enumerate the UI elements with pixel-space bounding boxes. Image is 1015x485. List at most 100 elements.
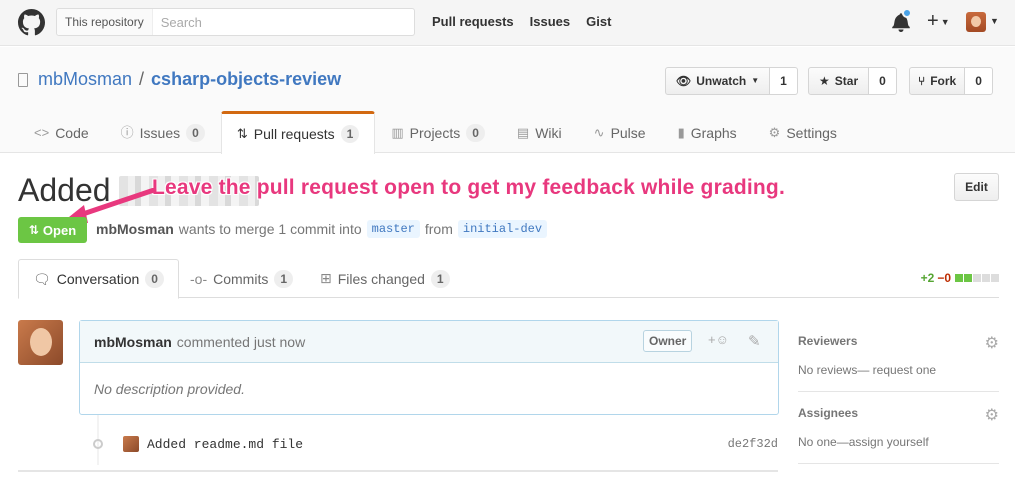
tab-label: Commits [213, 270, 269, 287]
tab-label: Issues [139, 124, 181, 141]
base-branch[interactable]: master [366, 220, 420, 238]
star-button[interactable]: ★ Star [808, 67, 870, 95]
reviewers-text[interactable]: No reviews— request one [798, 363, 999, 377]
star-label: Star [834, 74, 859, 88]
tab-pull-requests[interactable]: ⇅ Pull requests 1 [220, 111, 376, 154]
watch-group: 👁 Unwatch ▼ 1 [665, 67, 798, 95]
diffstat-blocks [954, 271, 999, 285]
unread-indicator [902, 8, 912, 18]
gear-icon[interactable]: ⚙ [985, 405, 999, 425]
plus-icon: + [927, 10, 939, 32]
graph-icon: ▮ [677, 124, 685, 140]
comment-author-avatar[interactable] [18, 320, 63, 365]
issue-icon: ⓘ [120, 124, 134, 140]
fork-button[interactable]: ⑂ Fork [909, 67, 966, 95]
tab-label: Graphs [690, 124, 737, 141]
add-reaction-icon[interactable]: +☺ [708, 332, 729, 347]
pulse-icon: ∿ [593, 124, 605, 140]
tab-settings[interactable]: ⚙ Settings [753, 111, 853, 153]
nav-gist[interactable]: Gist [586, 14, 611, 29]
nav-issues[interactable]: Issues [530, 14, 570, 29]
pr-author-link[interactable]: mbMosman [96, 221, 174, 237]
tab-label: Wiki [535, 124, 562, 141]
tab-counter: 1 [340, 125, 360, 143]
repo-icon [18, 72, 28, 87]
commit-sha-link[interactable]: de2f32d [728, 437, 778, 451]
unwatch-button[interactable]: 👁 Unwatch ▼ [665, 67, 771, 95]
head-branch[interactable]: initial-dev [457, 220, 548, 238]
tab-label: Conversation [56, 271, 140, 287]
tab-counter: 0 [145, 270, 164, 288]
repo-tabs: <> Code ⓘ Issues 0 ⇅ Pull requests 1 ▥ P… [18, 111, 853, 154]
from-text: from [424, 221, 453, 237]
forks-count[interactable]: 0 [965, 67, 993, 95]
reviewers-heading: Reviewers [798, 334, 858, 348]
stars-count[interactable]: 0 [869, 67, 897, 95]
tab-label: Code [55, 124, 89, 141]
comment-author-link[interactable]: mbMosman [94, 334, 172, 350]
repo-name-link[interactable]: csharp-objects-review [151, 69, 341, 90]
code-icon: <> [34, 124, 50, 140]
tab-wiki[interactable]: ▤ Wiki [501, 111, 578, 153]
repo-separator: / [139, 69, 145, 89]
search-box: This repository [56, 8, 415, 36]
commit-author-avatar[interactable] [123, 436, 139, 452]
watchers-count[interactable]: 1 [770, 67, 798, 95]
tab-label: Projects [409, 124, 461, 141]
tab-conversation[interactable]: 🗨 Conversation 0 [18, 259, 179, 299]
gear-icon[interactable]: ⚙ [985, 333, 999, 353]
nav-pull-requests[interactable]: Pull requests [432, 14, 514, 29]
repo-header: mbMosman / csharp-objects-review 👁 Unwat… [0, 47, 1015, 154]
tab-counter: 1 [274, 269, 294, 288]
tab-projects[interactable]: ▥ Projects 0 [375, 111, 501, 153]
search-input[interactable] [152, 9, 414, 35]
reviewers-section: Reviewers No reviews— request one ⚙ [798, 320, 999, 392]
fork-group: ⑂ Fork 0 [909, 67, 993, 95]
additions-count: +2 [920, 271, 935, 285]
tab-files-changed[interactable]: ⊞ Files changed 1 [306, 259, 464, 298]
commit-icon [93, 439, 103, 449]
fork-label: Fork [930, 74, 957, 88]
tab-label: Files changed [337, 270, 425, 287]
chevron-down-icon: ▼ [940, 16, 950, 27]
tab-code[interactable]: <> Code [18, 111, 105, 153]
comment-body: No description provided. [94, 381, 245, 397]
deletions-count: −0 [937, 271, 951, 285]
unwatch-label: Unwatch [696, 74, 747, 88]
pr-meta: mbMosman wants to merge 1 commit into ma… [96, 220, 548, 238]
user-avatar[interactable] [966, 12, 986, 32]
assignees-heading: Assignees [798, 406, 859, 420]
tab-counter: 0 [466, 123, 485, 142]
tab-issues[interactable]: ⓘ Issues 0 [105, 111, 221, 153]
tab-label: Settings [786, 124, 837, 141]
star-group: ★ Star 0 [808, 67, 897, 95]
merge-text: wants to merge 1 commit into [178, 221, 362, 237]
create-new-menu[interactable]: + ▼ [927, 10, 950, 33]
tab-graphs[interactable]: ▮ Graphs [662, 111, 753, 153]
pr-state-badge: ⇅ Open [18, 217, 87, 243]
github-logo-icon[interactable] [18, 9, 45, 36]
diffstat: +2 −0 [921, 271, 999, 285]
pencil-icon[interactable]: ✎ [748, 332, 761, 350]
top-nav: Pull requests Issues Gist [432, 14, 611, 29]
tab-counter: 0 [186, 123, 205, 142]
gear-icon: ⚙ [768, 124, 781, 140]
annotation-text: Leave the pull request open to get my fe… [152, 176, 785, 199]
repo-title: mbMosman / csharp-objects-review [18, 69, 341, 90]
assignees-text[interactable]: No one—assign yourself [798, 435, 999, 449]
search-scope-label: This repository [57, 9, 153, 35]
eye-icon: 👁 [676, 74, 692, 88]
comment-discussion-icon: 🗨 [33, 270, 51, 287]
pr-tabs: 🗨 Conversation 0 -o- Commits 1 ⊞ Files c… [18, 259, 999, 299]
tab-commits[interactable]: -o- Commits 1 [176, 259, 307, 298]
repo-owner-link[interactable]: mbMosman [38, 69, 132, 90]
commit-message-link[interactable]: Added readme.md file [147, 437, 303, 452]
site-header: This repository Pull requests Issues Gis… [0, 0, 1015, 46]
tab-counter: 1 [430, 269, 450, 288]
edit-title-button[interactable]: Edit [954, 173, 999, 201]
commit-row: Added readme.md file de2f32d [88, 432, 778, 456]
file-diff-icon: ⊞ [320, 270, 332, 286]
chevron-down-icon[interactable]: ▼ [990, 16, 999, 26]
tab-pulse[interactable]: ∿ Pulse [578, 111, 662, 153]
book-icon: ▤ [516, 124, 530, 140]
